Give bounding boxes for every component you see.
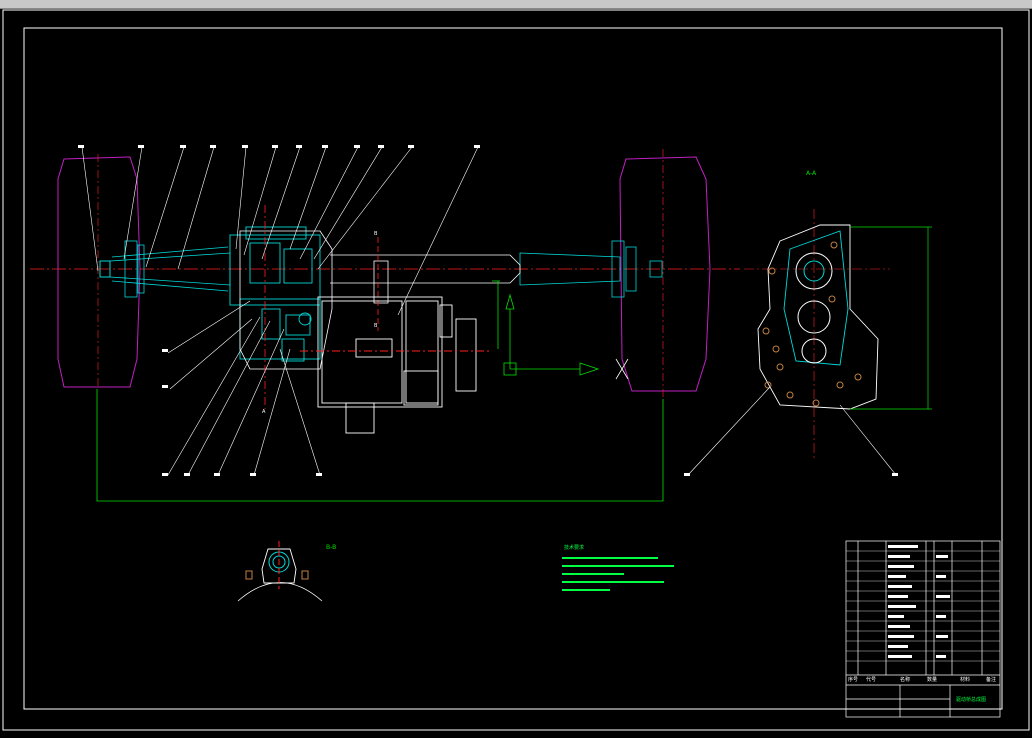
header-cell-2: 代号 bbox=[866, 676, 876, 683]
left-wheel bbox=[57, 154, 141, 389]
marker-a: A bbox=[262, 409, 266, 415]
balloon-tags bbox=[78, 145, 898, 476]
dimension-lines bbox=[96, 280, 664, 502]
section-a-a-label: A-A bbox=[806, 170, 817, 177]
header-cell-4: 数量 bbox=[927, 676, 937, 683]
electric-motor bbox=[300, 296, 490, 434]
title-block-header: 序号 代号 名称 数量 材料 备注 bbox=[848, 676, 996, 683]
notes-title: 技术要求 bbox=[564, 544, 584, 551]
right-wheel bbox=[619, 149, 711, 401]
axle-tube-outline bbox=[330, 237, 521, 331]
marker-b-top: B bbox=[374, 231, 378, 237]
header-cell-5: 材料 bbox=[960, 676, 970, 683]
title-block bbox=[845, 540, 1001, 718]
technical-notes: 技术要求 bbox=[562, 544, 674, 591]
section-b-b-label: B-B bbox=[326, 544, 336, 551]
section-b-b-view: B-B bbox=[237, 541, 336, 602]
leader-lines bbox=[81, 146, 897, 476]
title-block-rows bbox=[846, 550, 1000, 662]
drawing-title: 驱动桥总成图 bbox=[956, 696, 986, 703]
drawing-canvas[interactable]: A-A B-B B B A 技术要求 序号 代号 名称 数量 材料 备注 驱动桥… bbox=[0, 9, 1032, 734]
section-a-a-view: A-A bbox=[744, 170, 932, 459]
window-title-bar bbox=[0, 0, 1032, 9]
header-cell-3: 名称 bbox=[900, 676, 910, 683]
header-cell-6: 备注 bbox=[986, 676, 996, 683]
drawing-frame bbox=[23, 27, 1003, 710]
marker-b-bottom: B bbox=[374, 323, 378, 329]
header-cell-1: 序号 bbox=[848, 676, 858, 683]
